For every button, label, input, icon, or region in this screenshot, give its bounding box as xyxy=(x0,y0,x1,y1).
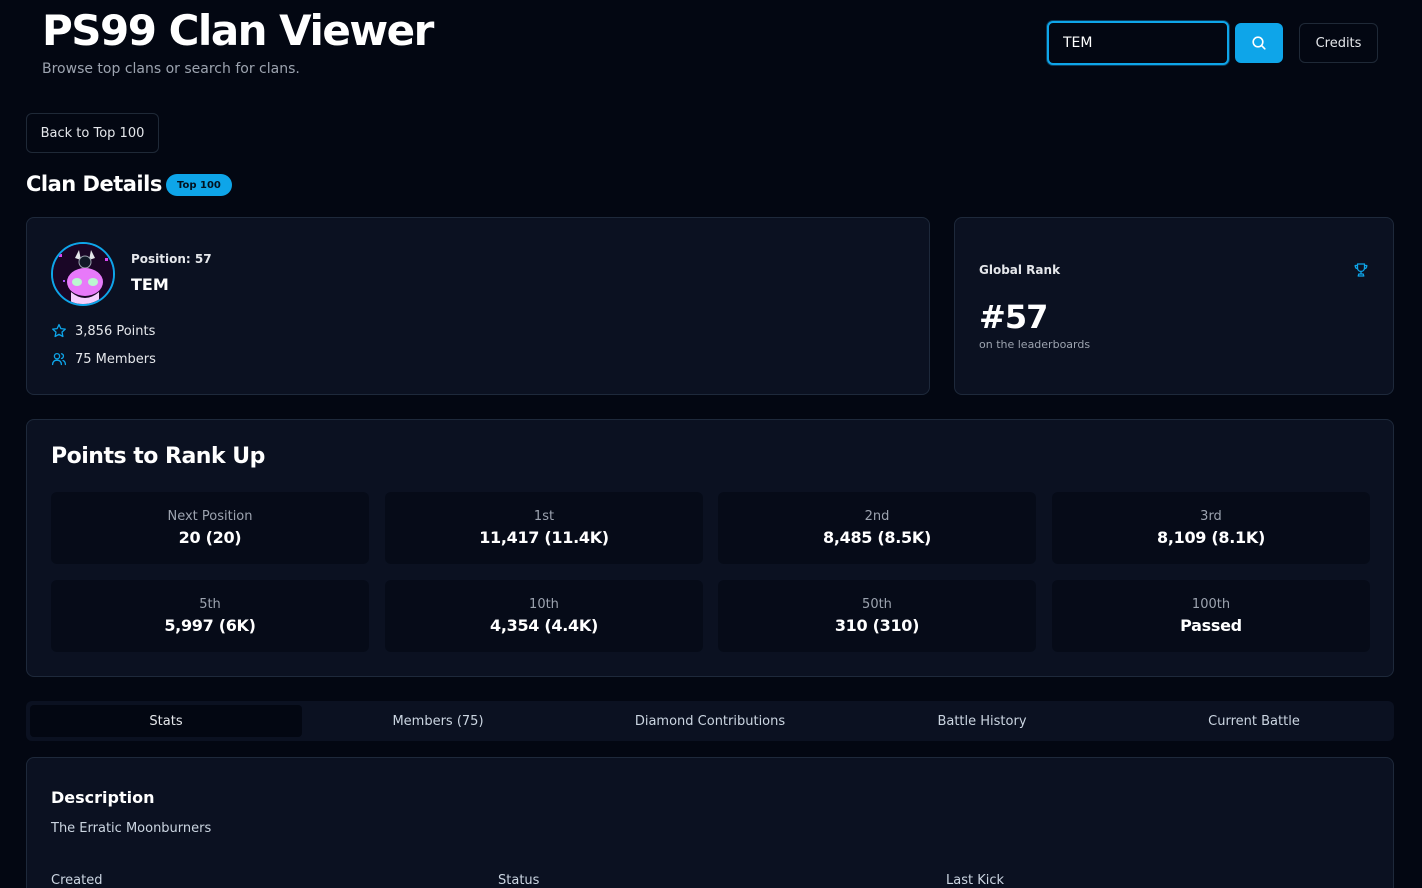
status-label: Status xyxy=(498,873,540,888)
rank-tile-value: 310 (310) xyxy=(834,616,920,635)
rank-tile-label: 100th xyxy=(1191,597,1231,612)
top-100-badge: Top 100 xyxy=(166,174,232,196)
rank-tile-5th: 5th 5,997 (6K) xyxy=(51,580,369,652)
app-subtitle: Browse top clans or search for clans. xyxy=(42,61,300,77)
clan-points: 3,856 Points xyxy=(51,323,155,339)
credits-button[interactable]: Credits xyxy=(1299,23,1378,63)
search-input[interactable] xyxy=(1047,21,1229,65)
rank-tile-next-position: Next Position 20 (20) xyxy=(51,492,369,564)
clan-tabs: Stats Members (75) Diamond Contributions… xyxy=(26,701,1394,741)
clan-name: TEM xyxy=(131,275,169,294)
tab-diamond-contributions[interactable]: Diamond Contributions xyxy=(574,705,846,737)
rank-tile-label: 3rd xyxy=(1200,509,1222,524)
rank-tile-label: 5th xyxy=(199,597,221,612)
clan-members-text: 75 Members xyxy=(75,351,156,367)
rank-tile-100th: 100th Passed xyxy=(1052,580,1370,652)
rank-tile-label: 1st xyxy=(533,509,555,524)
clan-position: Position: 57 xyxy=(131,252,212,266)
rank-tile-50th: 50th 310 (310) xyxy=(718,580,1036,652)
rank-tile-value: 4,354 (4.4K) xyxy=(490,616,598,635)
created-label: Created xyxy=(51,873,103,888)
tab-stats[interactable]: Stats xyxy=(30,705,302,737)
rank-tile-value: 11,417 (11.4K) xyxy=(479,528,609,547)
app-title: PS99 Clan Viewer xyxy=(42,6,434,55)
star-icon xyxy=(52,323,66,338)
rank-tile-value: Passed xyxy=(1180,616,1242,635)
clan-points-text: 3,856 Points xyxy=(75,323,156,339)
rank-tile-value: 8,485 (8.5K) xyxy=(823,528,931,547)
global-rank-value: #57 xyxy=(979,298,1048,336)
search-icon xyxy=(1252,36,1266,50)
rank-tile-value: 8,109 (8.1K) xyxy=(1157,528,1265,547)
global-rank-subtext: on the leaderboards xyxy=(979,338,1091,351)
rank-tile-10th: 10th 4,354 (4.4K) xyxy=(385,580,703,652)
rank-tile-value: 5,997 (6K) xyxy=(164,616,256,635)
tab-members[interactable]: Members (75) xyxy=(302,705,574,737)
rank-tile-label: 50th xyxy=(862,597,892,612)
tab-current-battle[interactable]: Current Battle xyxy=(1118,705,1390,737)
clan-details-heading: Clan Details xyxy=(26,172,162,196)
points-to-rank-up-title: Points to Rank Up xyxy=(51,444,265,469)
tab-battle-history[interactable]: Battle History xyxy=(846,705,1118,737)
description-text: The Erratic Moonburners xyxy=(51,821,212,836)
clan-avatar xyxy=(51,242,115,306)
rank-tile-label: 10th xyxy=(529,597,559,612)
clan-members: 75 Members xyxy=(51,351,156,367)
last-kick-label: Last Kick xyxy=(946,873,1005,888)
rank-tile-label: 2nd xyxy=(864,509,890,524)
back-to-top-100-button[interactable]: Back to Top 100 xyxy=(26,113,159,153)
search-button[interactable] xyxy=(1235,23,1283,63)
users-icon xyxy=(51,352,67,366)
points-to-rank-up-card: Points to Rank Up Next Position 20 (20) … xyxy=(26,419,1394,677)
global-rank-card: Global Rank #57 on the leaderboards xyxy=(954,217,1394,395)
rank-tile-value: 20 (20) xyxy=(178,528,242,547)
stats-panel: Description The Erratic Moonburners Crea… xyxy=(26,757,1394,888)
trophy-icon xyxy=(1354,263,1368,277)
rank-tile-1st: 1st 11,417 (11.4K) xyxy=(385,492,703,564)
rank-tile-label: Next Position xyxy=(167,509,253,524)
clan-info-card: Position: 57 TEM 3,856 Points 75 Members xyxy=(26,217,930,395)
description-title: Description xyxy=(51,788,155,807)
rank-tile-3rd: 3rd 8,109 (8.1K) xyxy=(1052,492,1370,564)
rank-tile-2nd: 2nd 8,485 (8.5K) xyxy=(718,492,1036,564)
global-rank-label: Global Rank xyxy=(979,263,1061,277)
